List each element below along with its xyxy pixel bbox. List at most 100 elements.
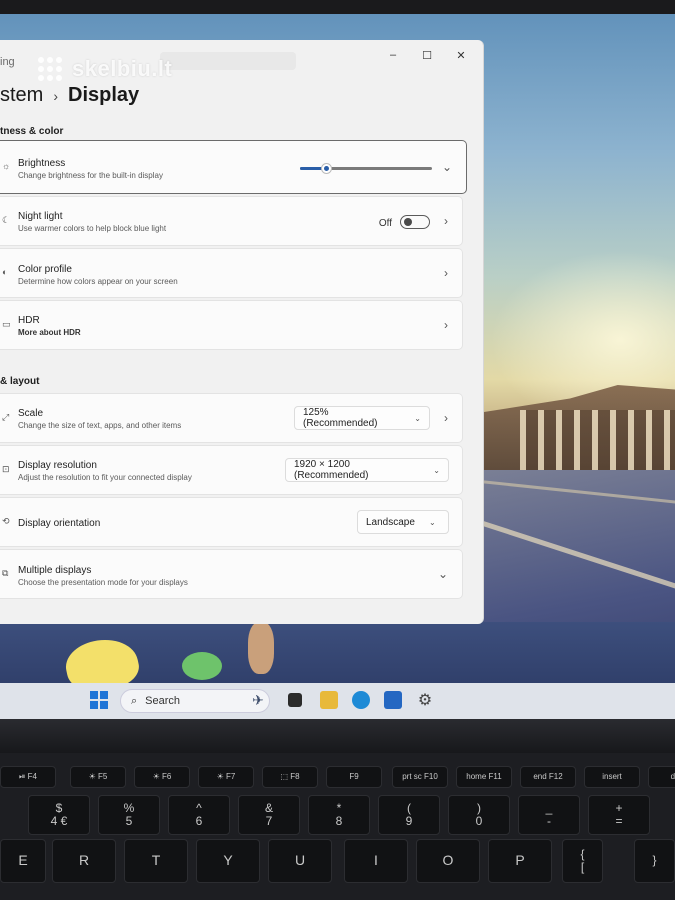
hdr-more-link[interactable]: More about HDR bbox=[18, 328, 81, 337]
scale-icon: ⤢ bbox=[2, 412, 10, 422]
letter-key[interactable]: I bbox=[344, 839, 408, 883]
store-icon[interactable] bbox=[384, 691, 402, 709]
bracket-key[interactable]: {[ bbox=[562, 839, 603, 883]
toggle-knob bbox=[404, 218, 412, 226]
setting-display-orientation[interactable]: ⟲ Display orientation Landscape ⌄ bbox=[0, 497, 463, 547]
function-key[interactable]: end F12 bbox=[520, 766, 576, 788]
close-button[interactable]: ✕ bbox=[444, 44, 478, 66]
maximize-button[interactable]: ☐ bbox=[410, 44, 444, 66]
setting-subtitle: Choose the presentation mode for your di… bbox=[18, 578, 188, 587]
section-title-scale-layout: & layout bbox=[0, 376, 40, 387]
wallpaper-figure bbox=[248, 622, 274, 674]
letter-key[interactable]: E bbox=[0, 839, 46, 883]
resolution-value: 1920 × 1200 (Recommended) bbox=[294, 459, 369, 481]
chevron-right-icon[interactable]: › bbox=[444, 318, 448, 332]
setting-subtitle: Change brightness for the built-in displ… bbox=[18, 171, 163, 180]
setting-night-light[interactable]: ☾ Night light Use warmer colors to help … bbox=[0, 196, 463, 246]
number-key[interactable]: ^ 6 bbox=[168, 795, 230, 835]
chevron-down-icon[interactable]: ⌄ bbox=[438, 567, 448, 581]
section-title-brightness-color: tness & color bbox=[0, 126, 64, 137]
title-bar[interactable]: ing skelbiu.lt – ☐ ✕ bbox=[0, 40, 483, 81]
function-key[interactable]: del bbox=[648, 766, 675, 788]
edge-icon[interactable] bbox=[352, 691, 370, 709]
watermark: skelbiu.lt bbox=[38, 56, 172, 82]
resolution-dropdown[interactable]: 1920 × 1200 (Recommended) ⌄ bbox=[285, 458, 449, 482]
setting-display-resolution[interactable]: ⊡ Display resolution Adjust the resoluti… bbox=[0, 445, 463, 495]
setting-subtitle: Change the size of text, apps, and other… bbox=[18, 421, 182, 430]
taskbar-search-label: Search bbox=[145, 695, 181, 707]
chevron-right-icon[interactable]: › bbox=[444, 266, 448, 280]
window-controls: – ☐ ✕ bbox=[376, 44, 478, 66]
key-label-bottom: 4 € bbox=[50, 814, 68, 828]
number-key[interactable]: * 8 bbox=[308, 795, 370, 835]
chevron-down-icon[interactable]: ⌄ bbox=[442, 160, 452, 174]
number-key[interactable]: + = bbox=[588, 795, 650, 835]
number-key[interactable]: % 5 bbox=[98, 795, 160, 835]
setting-title: Display orientation bbox=[18, 518, 101, 529]
function-key[interactable]: ☀ F6 bbox=[134, 766, 190, 788]
breadcrumb-parent[interactable]: stem bbox=[0, 84, 43, 107]
breadcrumb-separator-icon: › bbox=[53, 87, 59, 104]
function-key[interactable]: ⏯ F4 bbox=[0, 766, 56, 788]
setting-title: Night light bbox=[18, 211, 63, 222]
function-key[interactable]: ⬚ F8 bbox=[262, 766, 318, 788]
setting-scale[interactable]: ⤢ Scale Change the size of text, apps, a… bbox=[0, 393, 463, 443]
key-label-bottom: 6 bbox=[195, 814, 203, 828]
settings-icon[interactable]: ⚙ bbox=[416, 691, 434, 709]
key-label-bottom: 5 bbox=[125, 814, 133, 828]
setting-subtitle: Adjust the resolution to fit your connec… bbox=[18, 473, 192, 482]
number-key[interactable]: & 7 bbox=[238, 795, 300, 835]
letter-key[interactable]: U bbox=[268, 839, 332, 883]
letter-key[interactable]: T bbox=[124, 839, 188, 883]
chevron-right-icon[interactable]: › bbox=[444, 411, 448, 425]
moon-icon: ☾ bbox=[2, 215, 11, 225]
function-key[interactable]: F9 bbox=[326, 766, 382, 788]
letter-key[interactable]: R bbox=[52, 839, 116, 883]
number-key[interactable]: $4 € bbox=[28, 795, 90, 835]
breadcrumb: stem › Display bbox=[0, 84, 139, 107]
setting-brightness[interactable]: ☼ Brightness Change brightness for the b… bbox=[0, 140, 467, 194]
taskbar: ⌕ Search ✈ ⚙ bbox=[0, 683, 675, 719]
bracket-key[interactable]: } bbox=[634, 839, 675, 883]
chevron-down-icon: ⌄ bbox=[428, 517, 436, 527]
setting-color-profile[interactable]: ◐ Color profile Determine how colors app… bbox=[0, 248, 463, 298]
function-key[interactable]: ☀ F7 bbox=[198, 766, 254, 788]
page-title: Display bbox=[68, 84, 140, 106]
orientation-value: Landscape bbox=[366, 516, 415, 528]
screen-bezel bbox=[0, 0, 675, 14]
setting-hdr[interactable]: ▭ HDR More about HDR › bbox=[0, 300, 463, 350]
task-view-icon[interactable] bbox=[288, 693, 302, 707]
key-label-bottom: - bbox=[547, 814, 551, 828]
setting-multiple-displays[interactable]: ⧉ Multiple displays Choose the presentat… bbox=[0, 549, 463, 599]
letter-key[interactable]: P bbox=[488, 839, 552, 883]
night-light-toggle[interactable] bbox=[400, 215, 430, 229]
wallpaper-green-shape bbox=[182, 652, 222, 680]
multiple-displays-icon: ⧉ bbox=[2, 568, 9, 578]
function-key[interactable]: ☀ F5 bbox=[70, 766, 126, 788]
key-label-top: } bbox=[652, 853, 657, 868]
file-explorer-icon[interactable] bbox=[320, 691, 338, 709]
plane-widget-icon[interactable]: ✈ bbox=[244, 691, 272, 709]
number-key[interactable]: _ - bbox=[518, 795, 580, 835]
night-light-state: Off bbox=[378, 218, 392, 229]
key-label-bottom: = bbox=[615, 814, 623, 828]
setting-title: Multiple displays bbox=[18, 565, 92, 576]
minimize-button[interactable]: – bbox=[376, 44, 410, 66]
start-icon[interactable] bbox=[90, 691, 108, 709]
letter-key[interactable]: O bbox=[416, 839, 480, 883]
function-key[interactable]: prt sc F10 bbox=[392, 766, 448, 788]
letter-key[interactable]: Y bbox=[196, 839, 260, 883]
function-key[interactable]: home F11 bbox=[456, 766, 512, 788]
number-key[interactable]: (9 bbox=[378, 795, 440, 835]
orientation-dropdown[interactable]: Landscape ⌄ bbox=[357, 510, 449, 534]
settings-search-input[interactable] bbox=[160, 52, 296, 70]
slider-thumb[interactable] bbox=[321, 163, 333, 174]
chevron-right-icon[interactable]: › bbox=[444, 214, 448, 228]
brightness-slider[interactable] bbox=[300, 163, 432, 174]
number-key[interactable]: ) 0 bbox=[448, 795, 510, 835]
setting-subtitle: Determine how colors appear on your scre… bbox=[18, 277, 178, 286]
app-title: ing bbox=[0, 56, 15, 68]
function-key[interactable]: insert bbox=[584, 766, 640, 788]
scale-value: 125% (Recommended) bbox=[303, 407, 378, 429]
scale-dropdown[interactable]: 125% (Recommended) ⌄ bbox=[294, 406, 430, 430]
